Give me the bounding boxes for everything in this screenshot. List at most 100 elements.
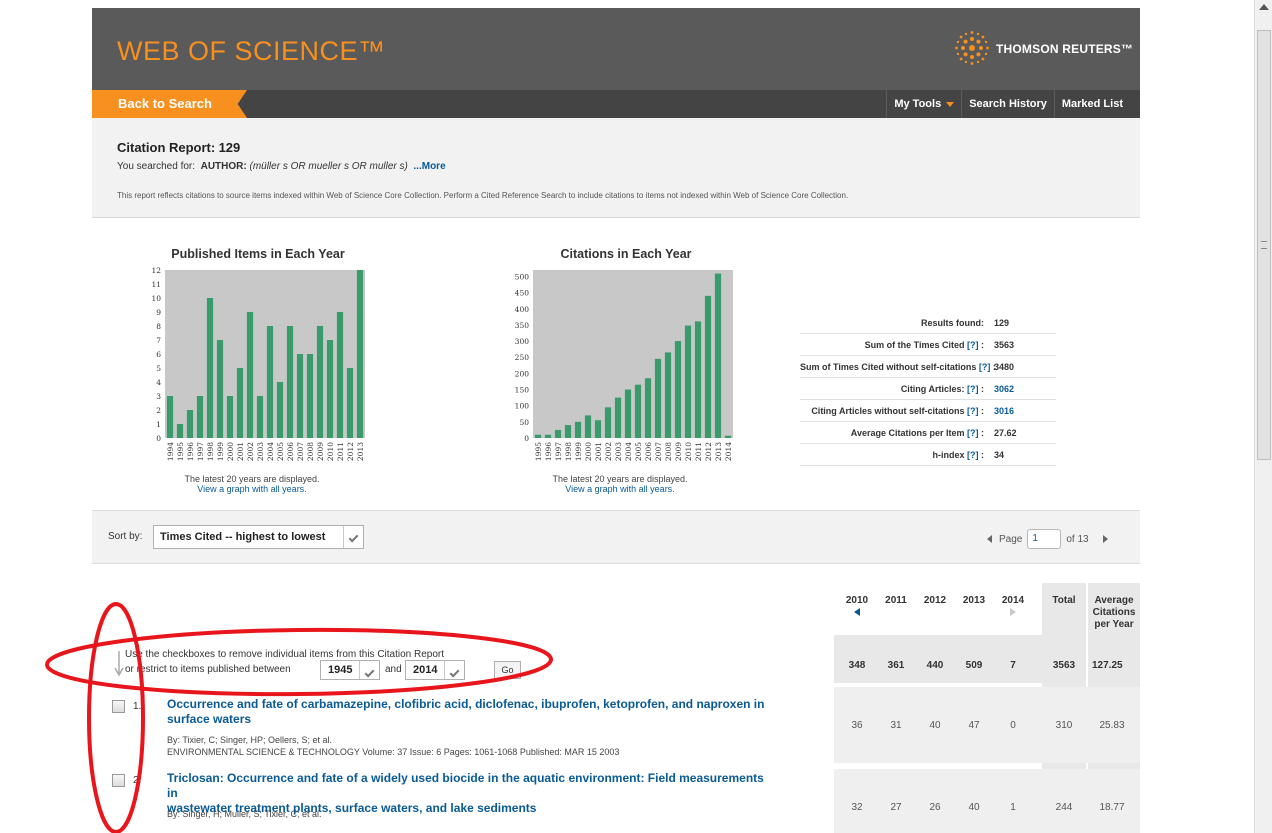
chart2-bar-2006 [644,378,652,438]
record-2-checkbox[interactable] [112,774,125,787]
chart1-ytick: 8 [156,322,161,331]
chart2-bar-1998 [564,425,572,438]
year-header-2011: 2011 [885,595,907,606]
chart1-xtick: 1998 [206,442,215,461]
stat-label: Average Citations per Item [850,428,967,438]
browser-page: WEB OF SCIENCE™ THOMSON REUTERS™ Back to… [0,0,1272,833]
record-1-index: 1. [133,701,142,712]
scroll-up-icon[interactable] [1259,4,1269,10]
record-2-cites-2012: 26 [929,802,941,813]
marked-list-link[interactable]: Marked List [1053,90,1130,118]
sort-select[interactable]: Times Cited -- highest to lowest [153,525,364,549]
to-year-select[interactable]: 2014 [405,660,465,680]
stat-value[interactable]: 3062 [994,378,1014,400]
web-of-science-logo[interactable]: WEB OF SCIENCE™ [117,36,386,67]
record-2-cites-2010: 32 [851,802,863,813]
chart1-xtick: 2011 [336,442,345,461]
help-link[interactable]: [?] [967,428,979,438]
year-header-2013: 2013 [962,595,986,606]
chevron-down-icon [444,661,464,679]
record-2-total: 244 [1055,802,1073,813]
chart1-ytick: 1 [156,420,161,429]
chart2-xtick: 2000 [584,442,593,461]
results-table: 2010 2011 2012 2013 2014 Total Average C… [92,565,1140,833]
chevron-down-icon [946,101,955,107]
back-to-search-button[interactable]: Back to Search [92,90,247,118]
search-query-text: (müller s OR mueller s OR muller s) [249,161,408,172]
chart2-all-years-link[interactable]: View a graph with all years. [520,484,720,494]
chart2-ytick: 300 [515,337,530,346]
help-link[interactable]: [?] [967,340,979,350]
citation-stats: Results found: 129 Sum of the Times Cited… [800,312,1056,466]
record-1-checkbox[interactable] [112,700,125,713]
chart2-xtick: 2005 [634,442,643,461]
grip-icon [1261,241,1267,249]
chart2-bar-1996 [544,434,552,438]
chart1-xtick: 2008 [306,442,315,461]
chart2-bar-2013 [714,273,722,438]
chart2-xtick: 2012 [704,442,713,461]
stat-row: Citing Articles: [?] :3062 [800,378,1056,400]
stat-colon: : [978,428,984,438]
chart2-caption-text: The latest 20 years are displayed. [552,474,688,484]
page-number-input[interactable]: 1 [1027,529,1062,549]
average-header-line3: per Year [1094,619,1134,630]
help-link[interactable]: [?] [979,362,991,372]
total-2010: 348 [848,660,866,671]
stat-value: 129 [994,318,1010,328]
record-2-cites-2011: 27 [890,802,902,813]
go-button[interactable]: Go [494,661,521,679]
chart1-ytick: 9 [156,308,161,317]
from-year-select[interactable]: 1945 [320,660,380,680]
chart1-all-years-link[interactable]: View a graph with all years. [152,484,352,494]
chart2-bar-2000 [584,415,592,438]
previous-years-icon[interactable] [854,608,860,616]
chart2-xtick: 2003 [614,442,623,461]
chart2-ytick: 500 [515,272,530,281]
stat-colon: : [978,384,984,394]
help-link[interactable]: [?] [967,450,979,460]
chart1-xtick: 1996 [186,442,195,461]
chart2-xtick: 2014 [724,442,733,461]
prev-page-icon[interactable] [987,535,992,543]
thomson-reuters-logo-icon [955,31,989,65]
record-2-index: 2. [133,775,142,786]
help-link[interactable]: [?] [967,406,979,416]
stat-colon: : [978,450,984,460]
chevron-down-icon [343,526,363,548]
and-label: and [385,664,402,675]
my-tools-menu[interactable]: My Tools [886,90,961,118]
chart1-bar-2004 [266,326,274,438]
chart2-bar-2014 [724,435,732,438]
scrollbar-thumb[interactable] [1257,30,1271,460]
vertical-scrollbar[interactable] [1254,0,1272,833]
record-2-authors: By: Singer, H; Muller, S; Tixier, C; et … [167,809,322,819]
sort-label: Sort by: [108,531,143,542]
year-header-2014[interactable]: 2014 [1000,595,1026,616]
citation-report-page: WEB OF SCIENCE™ THOMSON REUTERS™ Back to… [92,0,1140,833]
chart1-ytick: 3 [156,392,161,401]
next-years-icon[interactable] [1010,608,1016,616]
to-year-value: 2014 [413,664,438,676]
record-1-source: ENVIRONMENTAL SCIENCE & TECHNOLOGY Volum… [167,747,620,757]
next-page-icon[interactable] [1102,535,1108,543]
search-history-link[interactable]: Search History [961,90,1054,118]
help-link[interactable]: [?] [967,384,979,394]
more-link[interactable]: ...More [413,161,445,172]
chart2-title: Citations in Each Year [560,247,691,261]
page-title-label: Citation Report: [117,140,216,155]
chart1-bar-1998 [206,298,214,438]
record-2-cites-2014: 1 [1010,802,1016,813]
stat-value[interactable]: 3016 [994,400,1014,422]
chart1-ytick: 10 [151,294,161,303]
year-2010-label: 2010 [845,595,869,606]
chart2-xtick: 1998 [564,442,573,461]
chart2-bar-2009 [674,341,682,438]
stat-row: h-index [?] :34 [800,444,1056,466]
chart2-xtick: 1995 [534,442,543,461]
chart1-xtick: 2013 [356,442,365,461]
record-1-title[interactable]: Occurrence and fate of carbamazepine, cl… [167,697,767,727]
chart2-bar-2005 [634,384,642,438]
from-year-value: 1945 [328,664,353,676]
year-header-2010[interactable]: 2010 [844,595,870,616]
